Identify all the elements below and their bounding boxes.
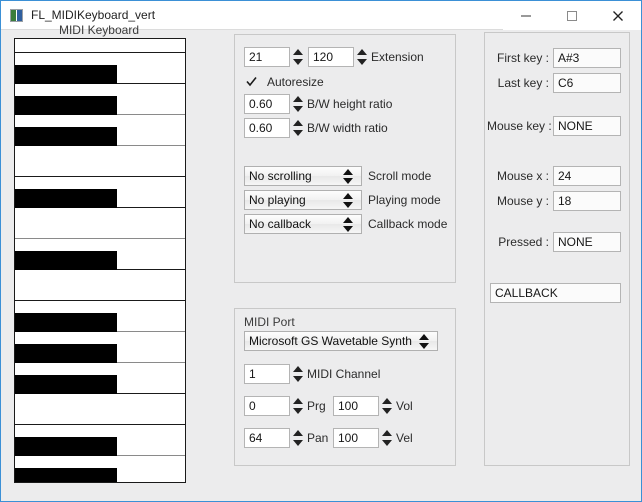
last-key-value: C6 (553, 73, 621, 93)
bw-width-ratio-spinner[interactable] (292, 118, 303, 138)
midi-channel-input[interactable]: 1 (244, 364, 290, 384)
vel-spinner[interactable] (381, 428, 392, 448)
piano-white-key[interactable] (15, 270, 185, 301)
piano-black-key[interactable] (15, 375, 117, 394)
mouse-key-label: Mouse key : (487, 119, 552, 133)
chevron-updown-icon (419, 332, 430, 350)
mouse-key-value: NONE (553, 116, 621, 136)
bw-height-ratio-input[interactable]: 0.60 (244, 94, 290, 114)
maximize-icon (567, 10, 577, 21)
keyboard-settings-panel: 21 120 Extension Autoresize 0.60 B/W hei… (234, 34, 456, 283)
chevron-updown-icon (343, 215, 354, 233)
keyboard-title: MIDI Keyboard (58, 23, 140, 37)
midi-channel-label: MIDI Channel (307, 367, 381, 381)
vol-input[interactable]: 100 (333, 396, 379, 416)
piano-black-key[interactable] (15, 127, 117, 146)
close-icon (613, 10, 623, 21)
midi-port-legend: MIDI Port (244, 315, 295, 329)
callback-value: CALLBACK (490, 283, 621, 303)
mouse-y-value: 18 (553, 191, 621, 211)
first-key-value: A#3 (553, 48, 621, 68)
midi-port-value: Microsoft GS Wavetable Synth (249, 334, 412, 348)
bw-height-ratio-spinner[interactable] (292, 94, 303, 114)
piano-black-key[interactable] (15, 251, 117, 270)
extension-label: Extension (371, 50, 424, 64)
midi-channel-spinner[interactable] (292, 364, 303, 384)
pan-spinner[interactable] (292, 428, 303, 448)
mouse-x-value: 24 (553, 166, 621, 186)
extension-from-spinner[interactable] (292, 47, 303, 67)
mouse-y-label: Mouse y : (496, 194, 549, 208)
minimize-icon (521, 15, 531, 16)
chevron-updown-icon (343, 167, 354, 185)
extension-to-spinner[interactable] (356, 47, 367, 67)
callback-mode-value: No callback (249, 217, 312, 231)
chevron-updown-icon (343, 191, 354, 209)
vol-label: Vol (396, 399, 413, 413)
minimize-button[interactable] (503, 1, 549, 30)
piano-black-key[interactable] (15, 313, 117, 332)
extension-to-input[interactable]: 120 (308, 47, 354, 67)
bw-height-ratio-label: B/W height ratio (307, 97, 393, 111)
maximize-button[interactable] (549, 1, 595, 30)
mouse-x-label: Mouse x : (496, 169, 549, 183)
status-panel: First key : A#3 Last key : C6 Mouse key … (484, 32, 630, 466)
bw-width-ratio-label: B/W width ratio (307, 121, 388, 135)
scroll-mode-label: Scroll mode (368, 169, 432, 183)
pan-input[interactable]: 64 (244, 428, 290, 448)
pressed-label: Pressed : (498, 235, 549, 249)
bw-width-ratio-input[interactable]: 0.60 (244, 118, 290, 138)
callback-mode-select[interactable]: No callback (244, 214, 362, 234)
autoresize-label: Autoresize (267, 75, 324, 89)
prg-label: Prg (307, 399, 326, 413)
piano-white-key[interactable] (15, 39, 185, 53)
vel-input[interactable]: 100 (333, 428, 379, 448)
window-title: FL_MIDIKeyboard_vert (31, 8, 156, 22)
extension-from-input[interactable]: 21 (244, 47, 290, 67)
playing-mode-value: No playing (249, 193, 306, 207)
callback-mode-label: Callback mode (368, 217, 448, 231)
first-key-label: First key : (496, 51, 549, 65)
last-key-label: Last key : (497, 76, 549, 90)
midi-keyboard-widget[interactable] (14, 38, 186, 483)
application-window: FL_MIDIKeyboard_vert MIDI Keyboard 21 12… (0, 0, 642, 502)
prg-spinner[interactable] (292, 396, 303, 416)
playing-mode-label: Playing mode (368, 193, 441, 207)
pressed-value: NONE (553, 232, 621, 252)
piano-white-key[interactable] (15, 146, 185, 177)
check-icon (246, 77, 257, 87)
vol-spinner[interactable] (381, 396, 392, 416)
scroll-mode-select[interactable]: No scrolling (244, 166, 362, 186)
midi-port-select[interactable]: Microsoft GS Wavetable Synth (244, 331, 438, 351)
prg-input[interactable]: 0 (244, 396, 290, 416)
piano-black-key[interactable] (15, 468, 117, 482)
midi-port-panel: MIDI Port Microsoft GS Wavetable Synth 1… (234, 308, 456, 466)
piano-black-key[interactable] (15, 65, 117, 84)
close-button[interactable] (595, 1, 641, 30)
piano-white-key[interactable] (15, 394, 185, 425)
playing-mode-select[interactable]: No playing (244, 190, 362, 210)
piano-white-key[interactable] (15, 208, 185, 239)
scroll-mode-value: No scrolling (249, 169, 312, 183)
app-icon (10, 9, 23, 22)
piano-black-key[interactable] (15, 189, 117, 208)
piano-black-key[interactable] (15, 344, 117, 363)
autoresize-checkbox[interactable] (245, 75, 258, 88)
piano-black-key[interactable] (15, 96, 117, 115)
piano-black-key[interactable] (15, 437, 117, 456)
vel-label: Vel (396, 431, 413, 445)
pan-label: Pan (307, 431, 329, 445)
